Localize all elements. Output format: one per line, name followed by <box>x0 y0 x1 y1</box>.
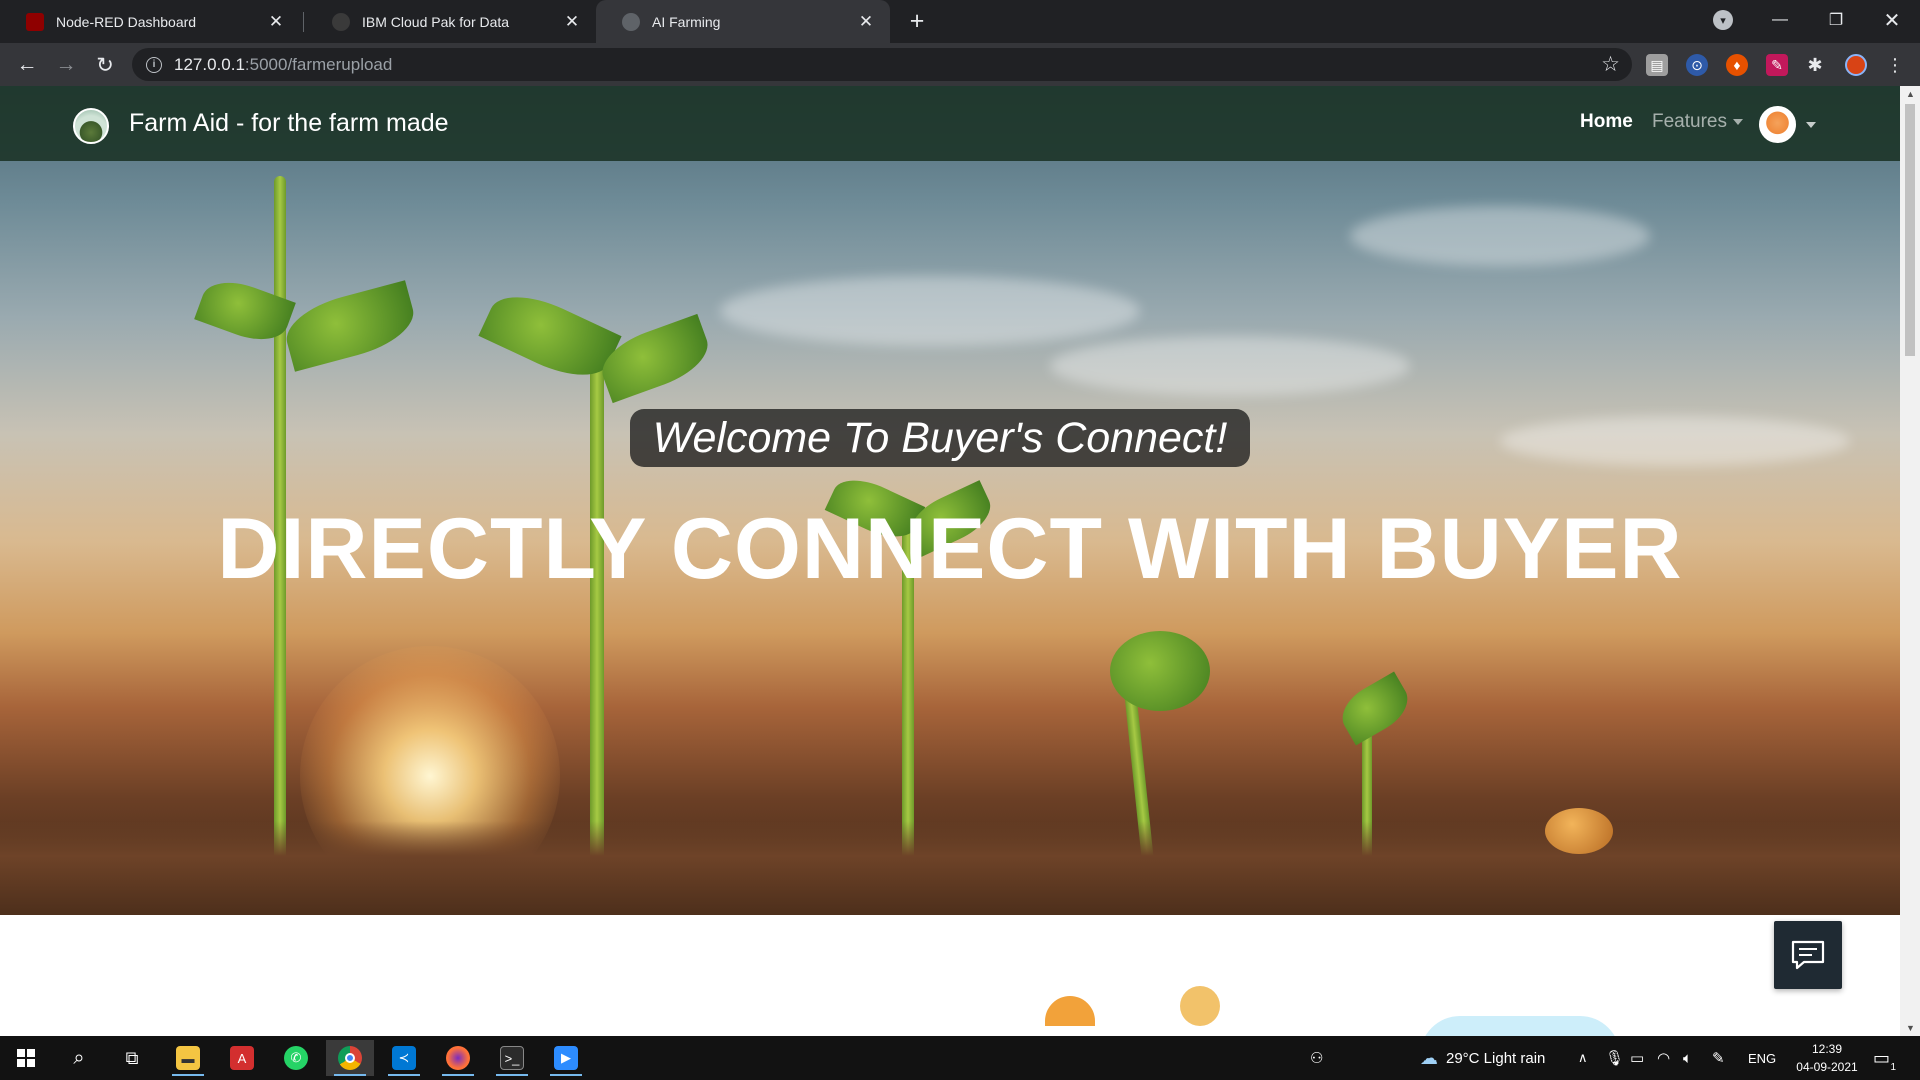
chrome-menu-icon[interactable]: ⋮ <box>1884 54 1906 76</box>
page-viewport: Farm Aid - for the farm made Home Featur… <box>0 86 1900 1036</box>
task-view-icon[interactable]: ⧉ <box>108 1040 156 1076</box>
scrollbar-thumb[interactable] <box>1905 104 1915 356</box>
tab-title: AI Farming <box>652 13 721 30</box>
microphone-icon[interactable]: 🎙︎ <box>1605 1036 1624 1080</box>
close-window-icon[interactable]: ✕ <box>1864 0 1920 40</box>
people-icon[interactable]: ⚇ <box>1310 1036 1323 1080</box>
volume-icon[interactable]: 🔈︎ <box>1683 1036 1692 1080</box>
page-scrollbar[interactable]: ▲ ▼ <box>1900 86 1920 1036</box>
sprout-leaf <box>593 313 717 404</box>
farmer-illustration <box>1045 996 1095 1026</box>
nav-home-link[interactable]: Home <box>1580 111 1633 133</box>
site-info-icon[interactable]: i <box>146 56 162 73</box>
clock-time: 12:39 <box>1811 1042 1843 1056</box>
browser-tab-strip: Node-RED Dashboard ✕ IBM Cloud Pak for D… <box>0 0 1920 43</box>
user-avatar[interactable] <box>1759 106 1796 143</box>
tab-search-icon[interactable]: ▾ <box>1713 10 1733 30</box>
forward-arrow-icon[interactable]: → <box>51 50 81 80</box>
caret-down-icon[interactable] <box>1806 122 1816 128</box>
show-hidden-icons-icon[interactable]: ∧ <box>1578 1036 1588 1080</box>
cloud-shape <box>1500 416 1850 466</box>
weather-widget[interactable]: ☁ 29°C Light rain <box>1420 1036 1545 1080</box>
restore-icon[interactable]: ❐ <box>1808 0 1864 40</box>
extension-icon[interactable]: ♦ <box>1726 54 1748 76</box>
seed-shape <box>1545 808 1613 854</box>
language-indicator[interactable]: ENG <box>1748 1036 1776 1080</box>
file-explorer-icon[interactable]: ▬ <box>164 1040 212 1076</box>
node-red-favicon-icon <box>26 12 44 31</box>
address-bar[interactable]: i 127.0.0.1:5000/farmerupload ☆ <box>132 48 1632 81</box>
url-path: :5000/farmerupload <box>244 54 393 74</box>
scroll-down-arrow-icon[interactable]: ▼ <box>1906 1023 1915 1033</box>
farmer-illustration <box>1180 986 1220 1026</box>
acrobat-icon[interactable]: A <box>218 1040 266 1076</box>
new-tab-plus-icon[interactable]: + <box>903 7 931 35</box>
welcome-text: Welcome To Buyer's Connect! <box>652 413 1228 462</box>
extension-icon[interactable]: ▤ <box>1646 54 1668 76</box>
browser-toolbar: ← → ↻ i 127.0.0.1:5000/farmerupload ☆ ▤ … <box>0 43 1920 86</box>
globe-favicon-icon <box>622 12 640 31</box>
cloud-shape <box>1050 336 1410 396</box>
cloud-illustration <box>1420 1016 1620 1036</box>
extension-icon[interactable]: ✎ <box>1766 54 1788 76</box>
hero-section: Farm Aid - for the farm made Home Featur… <box>0 86 1900 915</box>
pen-icon[interactable]: ✎ <box>1712 1036 1725 1080</box>
firefox-icon[interactable] <box>434 1040 482 1076</box>
system-clock[interactable]: 12:39 04-09-2021 <box>1792 1040 1862 1076</box>
scroll-up-arrow-icon[interactable]: ▲ <box>1906 89 1915 99</box>
extensions-puzzle-icon[interactable]: ✱ <box>1804 54 1826 76</box>
weather-text: 29°C Light rain <box>1446 1049 1546 1067</box>
sprout-leaf <box>1110 631 1210 711</box>
sprout-leaf <box>279 280 421 372</box>
minimize-icon[interactable]: — <box>1752 0 1808 40</box>
cloud-shape <box>720 276 1140 346</box>
nav-features-label: Features <box>1652 111 1727 132</box>
bookmark-star-icon[interactable]: ☆ <box>1601 52 1620 77</box>
tab-title: Node-RED Dashboard <box>56 13 197 30</box>
brand-title[interactable]: Farm Aid - for the farm made <box>129 109 449 138</box>
brand-logo-icon[interactable] <box>73 108 109 144</box>
close-tab-icon[interactable]: ✕ <box>562 12 582 32</box>
ibm-favicon-icon <box>332 12 350 31</box>
profile-avatar-icon[interactable] <box>1845 54 1867 76</box>
close-tab-icon[interactable]: ✕ <box>266 12 286 32</box>
terminal-icon[interactable]: >_ <box>488 1040 536 1076</box>
notification-center-icon[interactable]: ▭ 1 <box>1873 1036 1897 1080</box>
site-navbar: Farm Aid - for the farm made Home Featur… <box>0 86 1900 161</box>
cloud-shape <box>1350 206 1650 266</box>
notification-count: 1 <box>1890 1061 1897 1073</box>
windows-start-icon[interactable] <box>2 1040 50 1076</box>
tab-node-red-dashboard[interactable]: Node-RED Dashboard ✕ <box>0 0 300 43</box>
sprout-stem <box>590 356 604 866</box>
chrome-icon[interactable] <box>326 1040 374 1076</box>
close-tab-icon[interactable]: ✕ <box>856 12 876 32</box>
clock-date: 04-09-2021 <box>1796 1060 1858 1074</box>
search-icon[interactable]: ⌕ <box>55 1040 103 1076</box>
battery-icon[interactable]: ▭ <box>1630 1036 1644 1080</box>
nav-features-dropdown[interactable]: Features <box>1652 111 1743 133</box>
soil-ground <box>0 821 1900 915</box>
sprout-leaf <box>1333 671 1417 746</box>
caret-down-icon <box>1732 118 1743 125</box>
tab-divider <box>303 12 304 32</box>
whatsapp-icon[interactable]: ✆ <box>272 1040 320 1076</box>
welcome-banner: Welcome To Buyer's Connect! <box>630 409 1250 467</box>
hero-title: DIRECTLY CONNECT WITH BUYER <box>217 501 1683 597</box>
tab-ibm-cloud-pak[interactable]: IBM Cloud Pak for Data ✕ <box>306 0 596 43</box>
tab-title: IBM Cloud Pak for Data <box>362 13 510 30</box>
zoom-icon[interactable]: ▶ <box>542 1040 590 1076</box>
windows-taskbar: ⌕ ⧉ ▬ A ✆ ≺ >_ ▶ ⚇ ☁ 29°C Light rain ∧ 🎙… <box>0 1036 1920 1080</box>
chat-icon <box>1791 940 1825 970</box>
tab-ai-farming[interactable]: AI Farming ✕ <box>596 0 890 43</box>
wifi-icon[interactable]: ◠ <box>1657 1036 1670 1080</box>
extension-icon[interactable]: ⊙ <box>1686 54 1708 76</box>
cloud-rain-icon: ☁ <box>1420 1047 1438 1068</box>
chat-button[interactable] <box>1774 921 1842 989</box>
vscode-icon[interactable]: ≺ <box>380 1040 428 1076</box>
back-arrow-icon[interactable]: ← <box>12 50 42 80</box>
url-host: 127.0.0.1 <box>174 54 245 74</box>
reload-icon[interactable]: ↻ <box>90 50 120 80</box>
